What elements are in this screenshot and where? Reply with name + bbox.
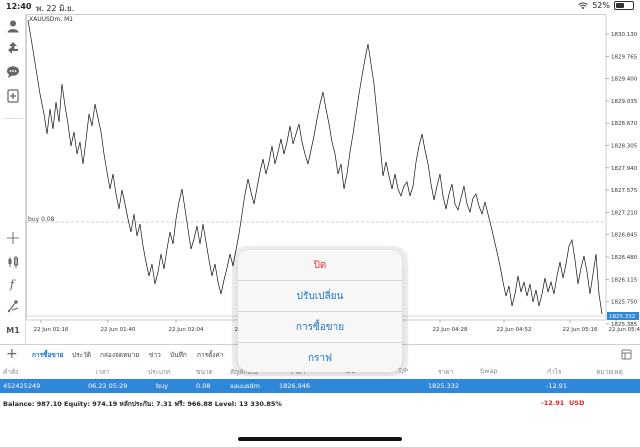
- trade-arrows-icon[interactable]: [5, 40, 21, 56]
- col-order: คำสั่ง: [3, 368, 19, 376]
- col-profit: กำไร: [547, 368, 562, 376]
- modify-position-button[interactable]: ปรับเปลี่ยน: [238, 281, 402, 311]
- y-tick-label: 1826.845: [611, 233, 638, 239]
- x-tick-label: 22 Jun 01:16: [34, 327, 69, 333]
- current-price-label: 1825.332: [609, 314, 635, 320]
- order-type: buy: [156, 382, 169, 390]
- action-sheet: ปิด ปรับเปลี่ยน การซื้อขาย กราฟ: [238, 250, 402, 372]
- order-id: 452425249: [3, 382, 41, 390]
- battery-percent: 52%: [592, 1, 610, 10]
- balance-text: Balance: 987.10 Equity: 974.19 หลักประกั…: [3, 400, 282, 408]
- y-tick-label: 1828.305: [611, 144, 638, 150]
- col-current-price: ราคา: [438, 368, 454, 376]
- tab-settings[interactable]: การตั้งค่า: [197, 350, 223, 360]
- table-row[interactable]: 452425249 06.22 05:29 buy 0.08 xauusdm 1…: [0, 379, 640, 393]
- wifi-icon: [578, 2, 588, 9]
- add-chart-icon[interactable]: [5, 88, 21, 104]
- y-tick-label: 1826.115: [611, 277, 638, 283]
- order-symbol: xauusdm: [230, 382, 260, 390]
- add-icon[interactable]: +: [6, 347, 18, 361]
- candlestick-icon[interactable]: [5, 254, 21, 270]
- order-line-label: buy 0.08: [28, 216, 55, 223]
- tab-history[interactable]: ประวัติ: [72, 350, 91, 360]
- col-swap: Swap: [480, 367, 498, 375]
- person-icon[interactable]: [5, 18, 21, 34]
- toolbar-divider: [3, 118, 23, 119]
- y-tick-label: 1827.575: [611, 188, 638, 194]
- order-time: 06.22 05:29: [88, 382, 128, 390]
- battery-icon: [614, 1, 634, 10]
- status-right: 52%: [578, 1, 634, 10]
- y-tick-label: 1827.210: [611, 210, 638, 216]
- col-type: ประเภท: [148, 368, 170, 376]
- expand-panel-icon[interactable]: [621, 349, 632, 360]
- trade-button[interactable]: การซื้อขาย: [238, 312, 402, 342]
- objects-icon[interactable]: [5, 298, 21, 314]
- tab-mailbox[interactable]: กล่องจดหมาย: [100, 350, 139, 360]
- order-current-price: 1825.332: [428, 382, 460, 390]
- close-position-button[interactable]: ปิด: [238, 250, 402, 280]
- timeframe-button[interactable]: M1: [4, 322, 22, 338]
- x-tick-label: 22 Jun 04:28: [433, 327, 468, 333]
- y-tick-label: 1826.480: [611, 255, 638, 261]
- order-profit: -12.91: [546, 382, 567, 390]
- y-tick-label: 1829.400: [611, 77, 638, 83]
- y-tick-label: 1830.130: [611, 32, 638, 38]
- y-tick-label: 1829.035: [611, 99, 638, 105]
- svg-text:f: f: [9, 278, 16, 291]
- col-comment: หมายเหตุ: [596, 368, 623, 376]
- balance-bar: Balance: 987.10 Equity: 974.19 หลักประกั…: [0, 396, 640, 410]
- tab-news[interactable]: ข่าว: [149, 350, 161, 360]
- crosshair-icon[interactable]: [5, 230, 21, 246]
- status-time: 12:40: [6, 2, 32, 11]
- x-tick-label: 22 Jun 05:16: [563, 327, 598, 333]
- chart-button[interactable]: กราฟ: [238, 343, 402, 372]
- x-tick-label: 22 Jun 01:40: [101, 327, 136, 333]
- y-tick-label: 1828.670: [611, 121, 638, 127]
- total-profit: -12.91: [541, 399, 565, 407]
- x-tick-label: 22 Jun 02:04: [169, 327, 204, 333]
- chat-icon[interactable]: [5, 64, 21, 80]
- y-tick-label: 1825.750: [611, 300, 638, 306]
- order-open-price: 1826.946: [279, 382, 311, 390]
- chart-toolbar: f M1: [0, 14, 26, 344]
- status-bar: 12:40 พ. 22 มิ.ย. 52%: [0, 0, 640, 14]
- y-tick-label: 1827.940: [611, 166, 638, 172]
- tab-journal[interactable]: บันทึก: [170, 350, 187, 360]
- x-tick-label: 22 Jun 05:40: [609, 327, 640, 333]
- account-currency: USD: [569, 399, 585, 407]
- col-time: เวลา: [96, 368, 110, 376]
- chart-symbol-label: XAUUSDm, M1: [29, 16, 74, 23]
- col-size: ขนาด: [196, 368, 213, 376]
- order-size: 0.08: [196, 382, 211, 390]
- x-tick-label: 22 Jun 04:52: [497, 327, 532, 333]
- function-icon[interactable]: f: [5, 276, 21, 292]
- home-indicator: [238, 437, 402, 441]
- y-tick-label: 1829.765: [611, 54, 638, 60]
- tab-trade[interactable]: การซื้อขาย: [32, 350, 63, 360]
